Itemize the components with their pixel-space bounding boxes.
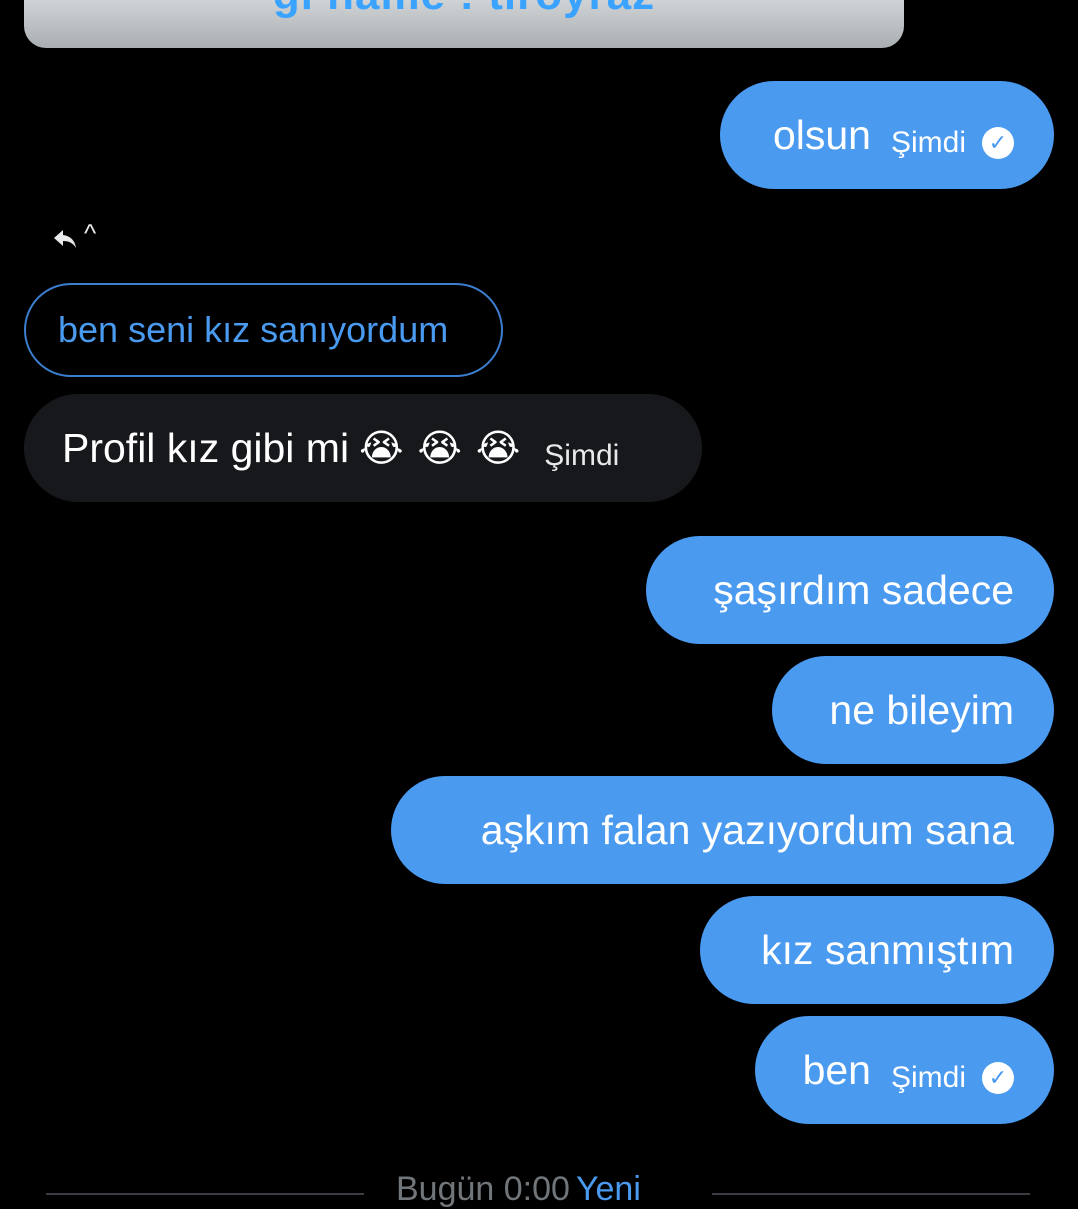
message-text: şaşırdım sadece (713, 566, 1014, 613)
loudly-crying-emoji: 😭 (417, 427, 462, 470)
check-circle-icon: ✓ (982, 1062, 1014, 1094)
image-caption-text: gi name : tiroyraz (24, 0, 904, 20)
message-text: ne bileyim (829, 686, 1014, 733)
new-messages-divider: Bugün 0:00 Yeni (396, 1170, 641, 1209)
sent-message-bubble[interactable]: ben Şimdi ✓ (755, 1016, 1054, 1124)
divider-line-left (46, 1193, 364, 1195)
sent-message-bubble[interactable]: olsun Şimdi ✓ (720, 81, 1054, 189)
message-timestamp: Şimdi (890, 126, 966, 159)
quoted-message[interactable]: ben seni kız sanıyordum (24, 283, 503, 377)
sent-message-bubble[interactable]: şaşırdım sadece (646, 536, 1054, 644)
emoji-group: 😭 😭 😭 (355, 426, 520, 471)
message-text: Profil kız gibi mi (62, 424, 350, 471)
loudly-crying-emoji: 😭 (359, 427, 404, 470)
message-text: kız sanmıştım (761, 926, 1014, 973)
message-text: aşkım falan yazıyordum sana (480, 806, 1014, 853)
caret-up-icon: ^ (84, 218, 97, 248)
sent-message-bubble[interactable]: ne bileyim (772, 656, 1054, 764)
message-timestamp: Şimdi (890, 1061, 966, 1094)
message-timestamp: Şimdi (544, 439, 620, 472)
sent-message-bubble[interactable]: kız sanmıştım (700, 896, 1054, 1004)
shared-image[interactable]: gi name : tiroyraz (24, 0, 904, 48)
loudly-crying-emoji: 😭 (475, 427, 521, 470)
sent-message-bubble[interactable]: aşkım falan yazıyordum sana (391, 776, 1054, 884)
reply-indicator: ^ (52, 218, 96, 255)
quoted-message-text: ben seni kız sanıyordum (58, 309, 449, 350)
divider-line-right (712, 1193, 1030, 1195)
divider-new-label: Yeni (575, 1170, 641, 1208)
received-message-bubble[interactable]: Profil kız gibi mi 😭 😭 😭 Şimdi (24, 394, 702, 502)
check-circle-icon: ✓ (982, 127, 1014, 159)
message-text: ben (802, 1046, 871, 1093)
divider-date: Bugün 0:00 (396, 1170, 570, 1208)
reply-arrow-icon (54, 229, 76, 248)
message-text: olsun (772, 111, 871, 158)
